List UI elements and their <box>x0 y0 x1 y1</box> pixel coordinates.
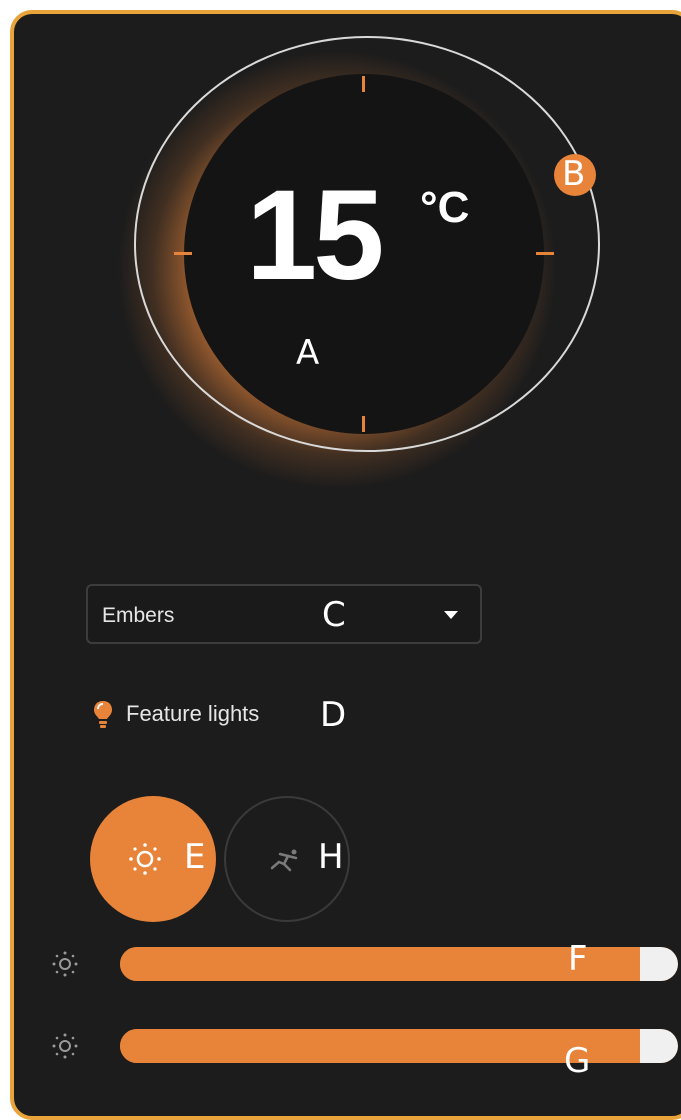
annotation-f: F <box>568 939 588 979</box>
temperature-value: 15 <box>246 164 384 307</box>
sun-icon <box>129 843 161 875</box>
flame-effect-dropdown[interactable]: Embers <box>86 584 482 644</box>
dial-tick-left <box>174 252 192 255</box>
dial-tick-right <box>536 252 554 255</box>
lightbulb-icon <box>94 701 112 728</box>
fireplace-control-panel: 15 °C A B Embers C Feature lights D E H … <box>10 10 681 1120</box>
annotation-d: D <box>320 695 347 735</box>
slider-knob[interactable] <box>640 947 678 981</box>
temperature-dial[interactable]: 15 °C <box>174 74 554 434</box>
brightness-slider-2[interactable] <box>120 1029 678 1063</box>
dial-tick-top <box>362 76 365 92</box>
chevron-down-icon <box>444 611 458 619</box>
dial-tick-bottom <box>362 416 365 432</box>
feature-lights-label: Feature lights <box>126 701 260 726</box>
brightness-icon <box>52 1033 78 1059</box>
annotation-c: C <box>322 595 346 635</box>
brightness-slider-1[interactable] <box>120 947 678 981</box>
annotation-g: G <box>564 1041 591 1081</box>
slider-knob[interactable] <box>640 1029 678 1063</box>
brightness-icon <box>52 951 78 977</box>
feature-lights-row[interactable]: Feature lights <box>92 694 259 734</box>
annotation-e: E <box>184 837 206 877</box>
running-person-icon <box>270 849 298 872</box>
annotation-b: B <box>562 154 586 194</box>
annotation-h: H <box>318 837 344 877</box>
flame-effect-value: Embers <box>102 604 175 627</box>
annotation-a: A <box>296 333 320 373</box>
temperature-unit: °C <box>420 183 470 232</box>
slider-fill <box>120 947 645 981</box>
